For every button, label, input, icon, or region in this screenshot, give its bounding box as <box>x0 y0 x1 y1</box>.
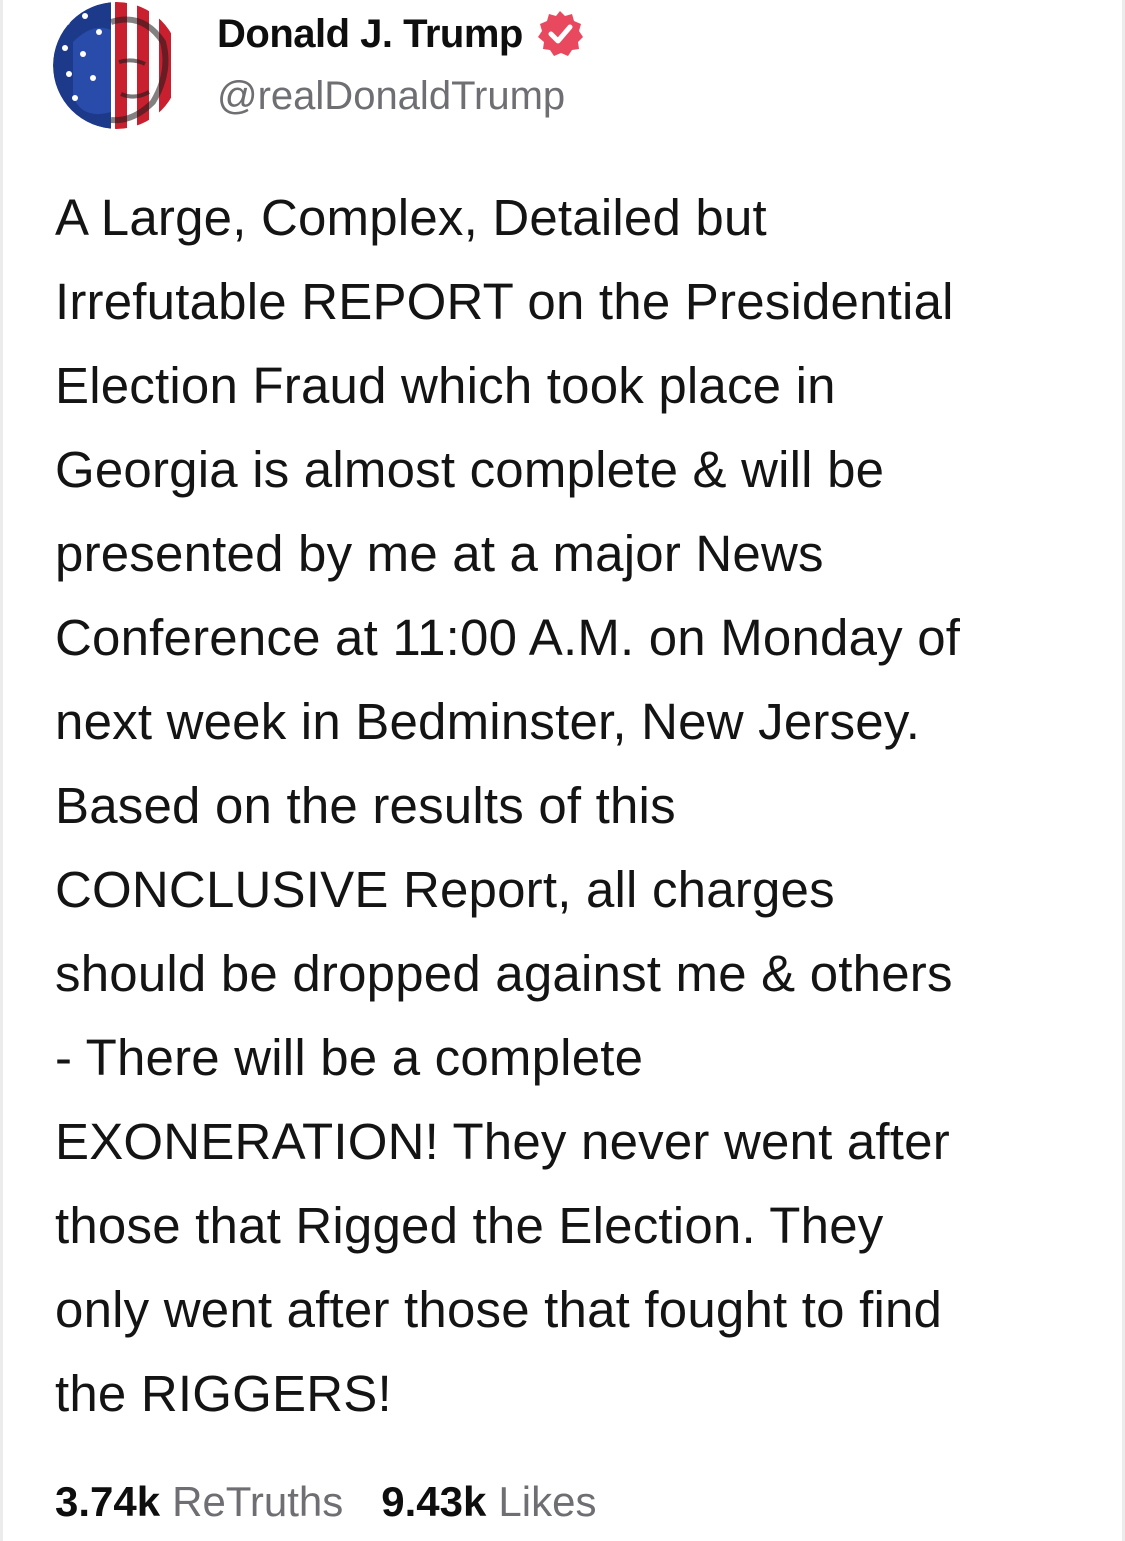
post-text-line: A Large, Complex, Detailed but <box>55 189 767 246</box>
post-text-line: Election Fraud which took place in <box>55 357 836 414</box>
post-text-line: Georgia is almost complete & will be <box>55 441 885 498</box>
post-text-line: the RIGGERS! <box>55 1365 392 1422</box>
likes-stat[interactable]: 9.43k Likes <box>381 1478 596 1526</box>
post-text-line: those that Rigged the Election. They <box>55 1197 884 1254</box>
retruths-label: ReTruths <box>172 1478 344 1525</box>
post-text-line: should be dropped against me & others <box>55 945 953 1002</box>
post-text-line: EXONERATION! They never went after <box>55 1113 950 1170</box>
author-name-row: Donald J. Trump <box>217 8 585 60</box>
post-text-line: only went after those that fought to fin… <box>55 1281 943 1338</box>
post-text-line: next week in Bedminster, New Jersey. <box>55 693 921 750</box>
flag-portrait-icon <box>53 2 180 129</box>
post-text-line: - There will be a complete <box>55 1029 644 1086</box>
post-text: A Large, Complex, Detailed but Irrefutab… <box>55 176 1095 1436</box>
likes-label: Likes <box>498 1478 597 1525</box>
post-stats: 3.74k ReTruths 9.43k Likes <box>55 1472 596 1532</box>
post-text-line: presented by me at a major News <box>55 525 824 582</box>
verified-badge-icon <box>535 9 585 59</box>
post-header: Donald J. Trump @realDonaldTrump <box>3 0 1122 140</box>
post-text-line: Conference at 11:00 A.M. on Monday of <box>55 609 961 666</box>
retruths-count: 3.74k <box>55 1478 161 1525</box>
author-display-name[interactable]: Donald J. Trump <box>217 12 523 57</box>
likes-count: 9.43k <box>381 1478 487 1525</box>
truth-post-card: Donald J. Trump @realDonaldTrump A Large… <box>0 0 1125 1541</box>
post-text-line: CONCLUSIVE Report, all charges <box>55 861 835 918</box>
author-handle[interactable]: @realDonaldTrump <box>217 74 565 119</box>
author-avatar[interactable] <box>53 2 180 129</box>
post-text-line: Based on the results of this <box>55 777 676 834</box>
retruths-stat[interactable]: 3.74k ReTruths <box>55 1478 343 1526</box>
post-text-line: Irrefutable REPORT on the Presidential <box>55 273 954 330</box>
